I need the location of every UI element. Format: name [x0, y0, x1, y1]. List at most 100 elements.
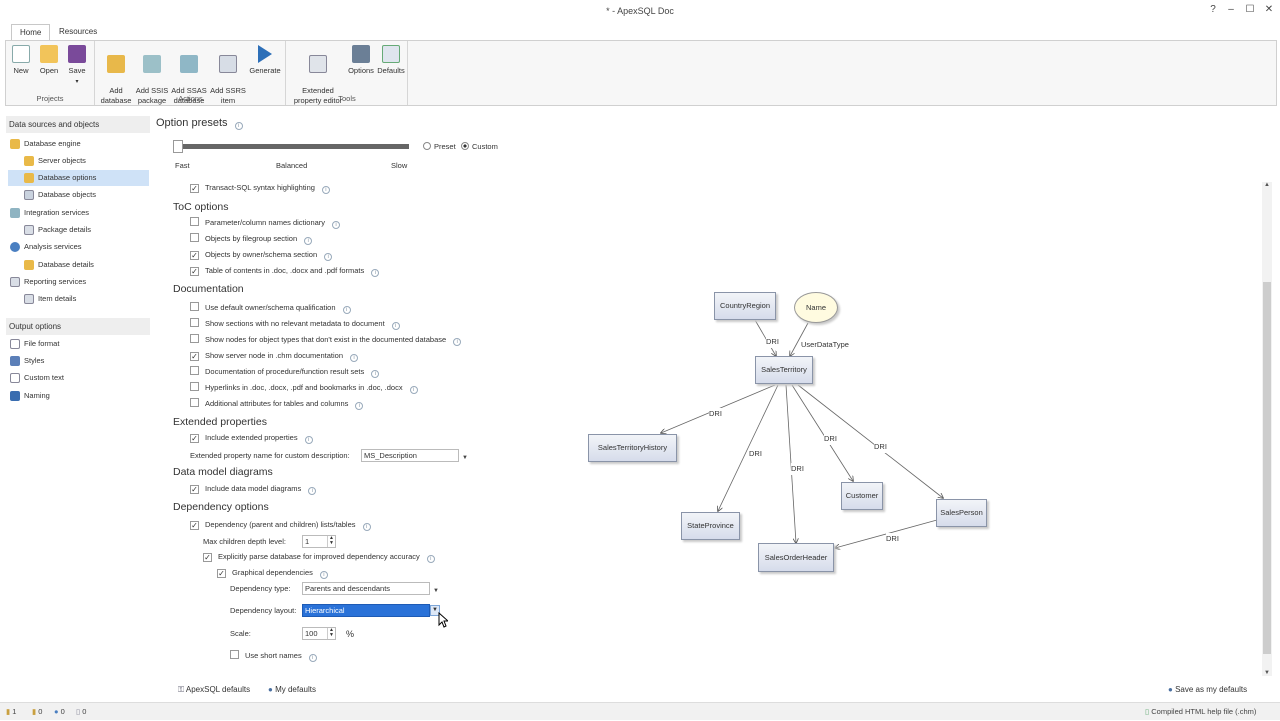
custom-radio[interactable]: Custom — [461, 141, 498, 153]
status-database-count: ▮ 1 — [6, 707, 17, 716]
dependency-layout-label: Dependency layout: — [230, 606, 297, 615]
sidebar-item-item-details[interactable]: Item details — [8, 291, 150, 307]
info-icon[interactable]: i — [304, 436, 313, 444]
short-names-checkbox[interactable]: Use short names i — [230, 650, 317, 662]
window-title: * - ApexSQL Doc — [606, 6, 674, 16]
tab-home[interactable]: Home — [11, 24, 51, 40]
info-icon[interactable]: i — [321, 186, 330, 194]
documentation-option-row[interactable]: Additional attributes for tables and col… — [190, 398, 364, 410]
sidebar-item-reporting-services[interactable]: Reporting services — [10, 274, 150, 290]
sidebar-item-styles[interactable]: Styles — [10, 353, 150, 369]
dependency-type-select[interactable]: Parents and descendants ▼ — [302, 582, 439, 595]
scale-stepper[interactable]: 100 ▲ ▼ — [302, 627, 336, 640]
vertical-scrollbar[interactable]: ▲ ▼ — [1262, 182, 1272, 676]
include-data-model-diagrams-checkbox[interactable]: ✓ Include data model diagrams i — [190, 483, 317, 495]
sidebar-item-database-details[interactable]: Database details — [8, 257, 150, 273]
info-icon[interactable]: i — [453, 338, 462, 346]
syntax-highlighting-checkbox[interactable]: ✓ Transact-SQL syntax highlighting i — [190, 182, 330, 194]
preset-slider-thumb[interactable] — [173, 140, 183, 153]
chevron-down-icon[interactable]: ▼ — [433, 586, 439, 597]
sidebar-item-file-format[interactable]: File format — [10, 336, 150, 352]
scroll-up-icon[interactable]: ▲ — [1262, 182, 1272, 188]
sidebar-item-integration-services[interactable]: Integration services — [10, 205, 150, 221]
extended-property-name-input[interactable]: MS_Description ▼ — [361, 449, 468, 462]
info-icon[interactable]: i — [426, 555, 435, 563]
info-icon[interactable]: i — [332, 221, 341, 229]
documentation-option-row[interactable]: Documentation of procedure/function resu… — [190, 366, 380, 378]
edge-label-dri: DRI — [791, 463, 804, 475]
node-salesperson: SalesPerson — [936, 499, 987, 527]
info-icon[interactable]: i — [362, 523, 371, 531]
apexsql-defaults-button[interactable]: ⚿ ApexSQL defaults — [178, 685, 250, 695]
toc-option-row[interactable]: Objects by filegroup section i — [190, 233, 313, 245]
sidebar-item-server-objects[interactable]: Server objects — [8, 153, 150, 169]
help-button[interactable]: ? — [1205, 4, 1221, 15]
dependency-layout-select[interactable]: Hierarchical ▼ — [302, 604, 440, 617]
sidebar-item-database-objects[interactable]: Database objects — [8, 187, 150, 203]
preset-radio[interactable]: Preset — [423, 141, 456, 153]
new-button[interactable]: New — [8, 45, 34, 76]
sidebar-item-naming[interactable]: Naming — [10, 388, 150, 404]
key-icon: ⚿ — [178, 685, 185, 694]
spinner-arrows-icon[interactable]: ▲ ▼ — [327, 536, 335, 547]
sidebar-section-output-options[interactable]: Output options — [6, 318, 150, 335]
actions-group-title: Actions — [178, 94, 203, 103]
my-defaults-button[interactable]: ● My defaults — [268, 685, 316, 694]
sidebar-item-custom-text[interactable]: Custom text — [10, 370, 150, 386]
sidebar-item-analysis-services[interactable]: Analysis services — [10, 239, 150, 255]
info-icon[interactable]: i — [371, 269, 380, 277]
graphical-dependencies-checkbox[interactable]: ✓ Graphical dependencies i — [217, 567, 328, 579]
close-button[interactable]: ✕ — [1261, 4, 1277, 15]
info-icon[interactable]: i — [350, 354, 358, 362]
edge-label-dri: DRI — [874, 441, 887, 453]
info-icon[interactable]: i — [391, 322, 400, 330]
documentation-option-row[interactable]: Show nodes for object types that don't e… — [190, 334, 462, 346]
checkbox: ✓ — [217, 569, 226, 578]
info-icon[interactable]: i — [308, 654, 317, 662]
info-icon[interactable]: i — [371, 370, 380, 378]
tools-group: Extended property editor Options Default… — [287, 41, 408, 105]
documentation-option-row[interactable]: ✓ Show server node in .chm documentation i — [190, 350, 358, 362]
wrench-icon — [352, 45, 370, 63]
info-icon[interactable]: i — [319, 571, 328, 579]
sidebar-item-package-details[interactable]: Package details — [8, 222, 150, 238]
sidebar-section-data-sources[interactable]: Data sources and objects — [6, 116, 150, 133]
maximize-button[interactable]: ☐ — [1242, 4, 1258, 15]
dependency-lists-checkbox[interactable]: ✓ Dependency (parent and children) lists/… — [190, 519, 371, 531]
sidebar-item-database-options[interactable]: Database options — [8, 170, 149, 186]
options-button[interactable]: Options — [347, 45, 375, 76]
scrollbar-thumb[interactable] — [1263, 282, 1271, 654]
info-icon[interactable]: i — [342, 306, 351, 314]
include-extended-properties-checkbox[interactable]: ✓ Include extended properties i — [190, 432, 313, 444]
documentation-option-row[interactable]: Hyperlinks in .doc, .docx, .pdf and book… — [190, 382, 418, 394]
explicit-parse-checkbox[interactable]: ✓ Explicitly parse database for improved … — [203, 551, 435, 563]
spinner-arrows-icon[interactable]: ▲ ▼ — [327, 628, 335, 639]
toc-option-row[interactable]: ✓ Objects by owner/schema section i — [190, 249, 333, 261]
max-depth-stepper[interactable]: 1 ▲ ▼ — [302, 535, 336, 548]
scroll-down-icon[interactable]: ▼ — [1262, 670, 1272, 676]
info-icon[interactable]: i — [304, 237, 313, 245]
info-icon[interactable]: i — [409, 386, 418, 394]
open-button[interactable]: Open — [36, 45, 62, 76]
info-icon[interactable]: i — [355, 402, 364, 410]
checkbox — [190, 318, 199, 327]
toc-option-row[interactable]: ✓ Table of contents in .doc, .docx and .p… — [190, 265, 380, 277]
defaults-button[interactable]: Defaults — [376, 45, 406, 76]
tab-resources[interactable]: Resources — [51, 24, 105, 40]
info-icon[interactable]: i — [234, 122, 243, 130]
chevron-down-icon[interactable]: ▼ — [462, 453, 468, 464]
generate-button[interactable]: Generate — [247, 45, 283, 76]
property-editor-icon — [309, 55, 327, 73]
info-icon[interactable]: i — [324, 253, 333, 261]
checkbox: ✓ — [190, 521, 199, 530]
sidebar-item-database-engine[interactable]: Database engine — [10, 136, 150, 152]
save-button[interactable]: Save ▾ — [64, 45, 90, 87]
minimize-button[interactable]: – — [1223, 4, 1239, 15]
slider-label-slow: Slow — [391, 161, 408, 170]
preset-slider-track[interactable] — [173, 144, 409, 149]
documentation-option-row[interactable]: Use default owner/schema qualification i — [190, 302, 351, 314]
documentation-option-row[interactable]: Show sections with no relevant metadata … — [190, 318, 400, 330]
toc-option-row[interactable]: Parameter/column names dictionary i — [190, 217, 341, 229]
info-icon[interactable]: i — [308, 487, 317, 495]
save-as-my-defaults-button[interactable]: ● Save as my defaults — [1168, 685, 1247, 694]
